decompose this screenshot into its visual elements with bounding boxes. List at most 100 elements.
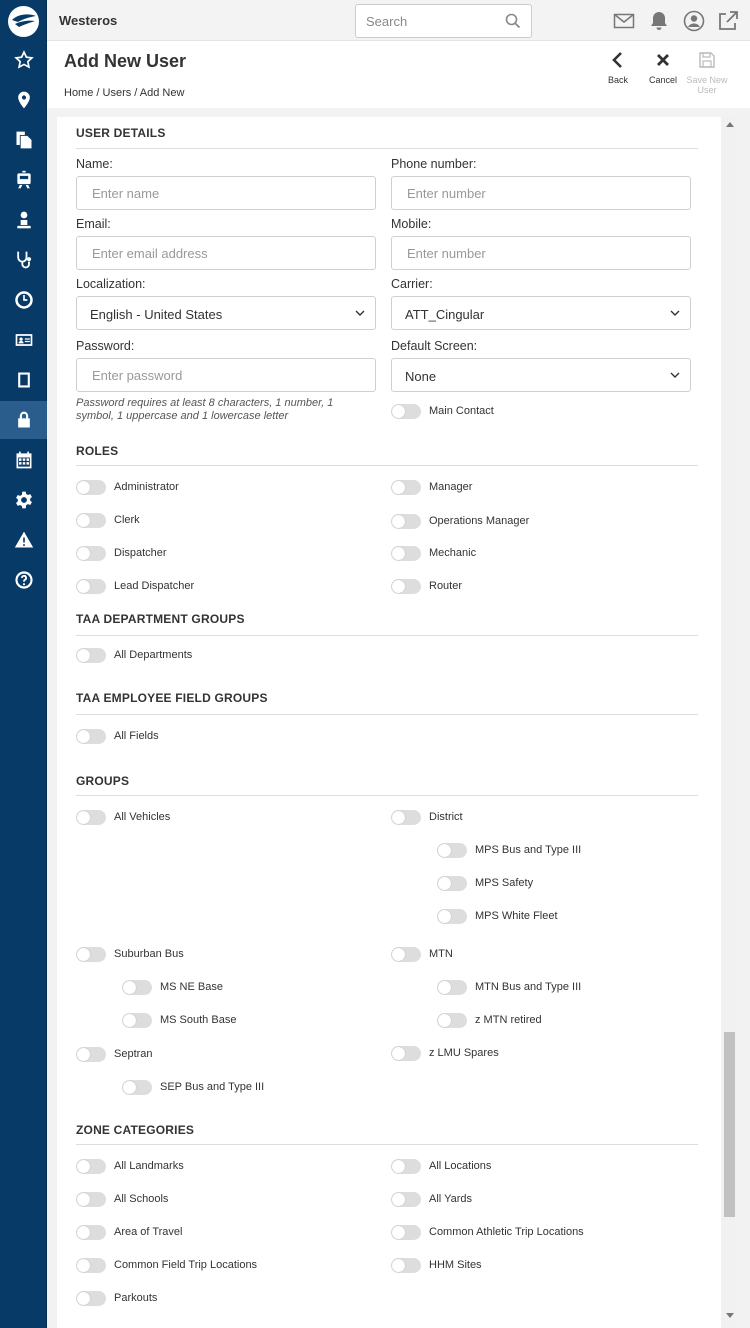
toggle-switch[interactable]: [437, 979, 467, 995]
user-profile-icon[interactable]: [683, 10, 705, 32]
zone-toggle-all-schools[interactable]: All Schools: [76, 1191, 168, 1207]
toggle-switch[interactable]: [391, 403, 421, 419]
main-contact-toggle[interactable]: Main Contact: [391, 403, 494, 419]
password-field[interactable]: [76, 358, 376, 392]
zone-toggle-all-yards[interactable]: All Yards: [391, 1191, 472, 1207]
toggle-switch[interactable]: [391, 1045, 421, 1061]
sidebar-item-time[interactable]: [0, 281, 47, 319]
mobile-field[interactable]: [391, 236, 691, 270]
toggle-switch[interactable]: [76, 545, 106, 561]
scrollbar[interactable]: [722, 117, 737, 1328]
toggle-switch[interactable]: [122, 1079, 152, 1095]
name-input[interactable]: [77, 177, 375, 209]
sidebar-item-favorites[interactable]: [0, 41, 47, 79]
cancel-button[interactable]: Cancel: [640, 51, 686, 85]
group-toggle-sep-bus[interactable]: SEP Bus and Type III: [122, 1079, 264, 1095]
toggle-switch[interactable]: [437, 908, 467, 924]
toggle-switch[interactable]: [122, 979, 152, 995]
department-toggle-all[interactable]: All Departments: [76, 647, 192, 663]
toggle-switch[interactable]: [76, 479, 106, 495]
toggle-switch[interactable]: [76, 1290, 106, 1306]
zone-toggle-parkouts[interactable]: Parkouts: [76, 1290, 157, 1306]
localization-select[interactable]: English - United States: [76, 296, 376, 330]
sidebar-item-calendar[interactable]: [0, 441, 47, 479]
bell-icon[interactable]: [648, 10, 670, 32]
toggle-switch[interactable]: [122, 1012, 152, 1028]
scrollbar-thumb[interactable]: [724, 1032, 735, 1217]
toggle-switch[interactable]: [76, 1158, 106, 1174]
toggle-switch[interactable]: [76, 647, 106, 663]
sidebar-item-employees[interactable]: [0, 321, 47, 359]
scroll-up-arrow-icon[interactable]: [726, 122, 734, 127]
sidebar-item-health[interactable]: [0, 241, 47, 279]
group-toggle-mtn-bus[interactable]: MTN Bus and Type III: [437, 979, 581, 995]
toggle-switch[interactable]: [391, 578, 421, 594]
role-toggle-lead-dispatcher[interactable]: Lead Dispatcher: [76, 578, 194, 594]
toggle-switch[interactable]: [76, 578, 106, 594]
toggle-switch[interactable]: [391, 1257, 421, 1273]
toggle-switch[interactable]: [391, 809, 421, 825]
app-logo[interactable]: [8, 6, 39, 37]
toggle-switch[interactable]: [391, 545, 421, 561]
mail-icon[interactable]: [613, 10, 635, 32]
toggle-switch[interactable]: [437, 842, 467, 858]
group-toggle-z-mtn-retired[interactable]: z MTN retired: [437, 1012, 542, 1028]
sidebar-item-alerts[interactable]: [0, 521, 47, 559]
group-toggle-mps-white-fleet[interactable]: MPS White Fleet: [437, 908, 558, 924]
search-icon[interactable]: [505, 13, 521, 29]
role-toggle-mechanic[interactable]: Mechanic: [391, 545, 476, 561]
toggle-switch[interactable]: [437, 875, 467, 891]
breadcrumb[interactable]: Home / Users / Add New: [64, 87, 184, 99]
toggle-switch[interactable]: [391, 1191, 421, 1207]
sidebar-item-vehicles[interactable]: [0, 161, 47, 199]
toggle-switch[interactable]: [76, 1046, 106, 1062]
name-field[interactable]: [76, 176, 376, 210]
role-toggle-dispatcher[interactable]: Dispatcher: [76, 545, 167, 561]
phone-field[interactable]: [391, 176, 691, 210]
toggle-switch[interactable]: [391, 479, 421, 495]
sidebar-item-devices[interactable]: [0, 361, 47, 399]
zone-toggle-common-athletic-trip[interactable]: Common Athletic Trip Locations: [391, 1224, 584, 1240]
field-toggle-all[interactable]: All Fields: [76, 728, 159, 744]
zone-toggle-all-locations[interactable]: All Locations: [391, 1158, 491, 1174]
back-button[interactable]: Back: [595, 51, 641, 85]
group-toggle-ms-south-base[interactable]: MS South Base: [122, 1012, 236, 1028]
group-toggle-z-lmu-spares[interactable]: z LMU Spares: [391, 1045, 499, 1061]
sidebar-item-drivers[interactable]: [0, 201, 47, 239]
toggle-switch[interactable]: [76, 809, 106, 825]
group-toggle-ms-ne-base[interactable]: MS NE Base: [122, 979, 223, 995]
role-toggle-manager[interactable]: Manager: [391, 479, 472, 495]
mobile-input[interactable]: [392, 237, 690, 269]
toggle-switch[interactable]: [391, 946, 421, 962]
group-toggle-district[interactable]: District: [391, 809, 463, 825]
sidebar-item-security[interactable]: [0, 401, 47, 439]
sidebar-item-reports[interactable]: [0, 121, 47, 159]
zone-toggle-all-landmarks[interactable]: All Landmarks: [76, 1158, 184, 1174]
role-toggle-administrator[interactable]: Administrator: [76, 479, 179, 495]
group-toggle-septran[interactable]: Septran: [76, 1046, 153, 1062]
toggle-switch[interactable]: [391, 513, 421, 529]
email-field[interactable]: [76, 236, 376, 270]
zone-toggle-hhm-sites[interactable]: HHM Sites: [391, 1257, 482, 1273]
group-toggle-mps-bus[interactable]: MPS Bus and Type III: [437, 842, 581, 858]
save-new-user-button[interactable]: Save New User: [684, 51, 730, 95]
toggle-switch[interactable]: [76, 1224, 106, 1240]
carrier-select[interactable]: ATT_Cingular: [391, 296, 691, 330]
toggle-switch[interactable]: [76, 1191, 106, 1207]
group-toggle-suburban-bus[interactable]: Suburban Bus: [76, 946, 184, 962]
sidebar-item-map[interactable]: [0, 81, 47, 119]
toggle-switch[interactable]: [76, 512, 106, 528]
group-toggle-all-vehicles[interactable]: All Vehicles: [76, 809, 170, 825]
zone-toggle-area-of-travel[interactable]: Area of Travel: [76, 1224, 182, 1240]
toggle-switch[interactable]: [391, 1158, 421, 1174]
zone-toggle-common-field-trip[interactable]: Common Field Trip Locations: [76, 1257, 257, 1273]
sidebar-item-settings[interactable]: [0, 481, 47, 519]
toggle-switch[interactable]: [76, 946, 106, 962]
password-input[interactable]: [77, 359, 375, 391]
role-toggle-router[interactable]: Router: [391, 578, 462, 594]
toggle-switch[interactable]: [391, 1224, 421, 1240]
phone-input[interactable]: [392, 177, 690, 209]
toggle-switch[interactable]: [76, 728, 106, 744]
default-screen-select[interactable]: None: [391, 358, 691, 392]
group-toggle-mtn[interactable]: MTN: [391, 946, 453, 962]
